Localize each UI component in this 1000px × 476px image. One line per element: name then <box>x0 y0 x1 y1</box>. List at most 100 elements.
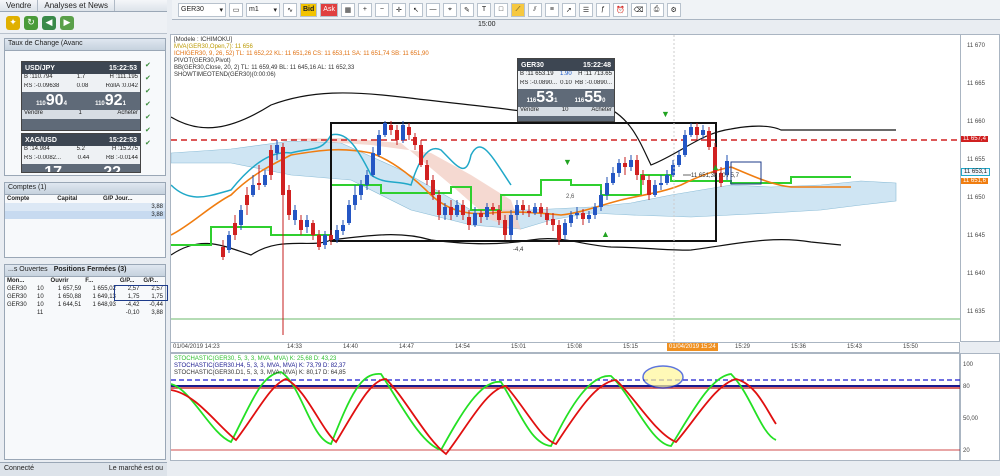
hline-icon[interactable]: ― <box>425 2 440 17</box>
stochastic-panel[interactable]: STOCHASTIC(GER30, 5, 3, 3, MVA, MVA) K: … <box>170 353 961 461</box>
refresh-icon[interactable]: ↻ <box>24 15 38 30</box>
fibonacci-icon[interactable]: ≡ <box>544 2 559 17</box>
table-cell: 11 <box>37 310 44 316</box>
eraser-icon[interactable]: ⌫ <box>630 2 647 17</box>
buy-button[interactable]: Acheter <box>117 110 138 119</box>
forward-icon[interactable]: ▶ <box>60 15 74 30</box>
print-icon[interactable]: ⎙ <box>649 2 664 17</box>
candle-body <box>497 210 501 220</box>
line-chart-icon[interactable]: ∿ <box>283 2 297 17</box>
top-time-label: 15:00 <box>478 21 496 28</box>
candle-body <box>683 135 687 155</box>
candle-body <box>539 207 543 213</box>
table-cell: 1 649,13 <box>92 294 116 300</box>
y-tick: 11 665 <box>967 81 985 87</box>
sell-button[interactable]: Vendre <box>520 107 539 116</box>
text-icon[interactable]: T <box>476 2 491 17</box>
tab-analyses[interactable]: Analyses et News <box>38 0 115 11</box>
pivot-price-tag: 11 657,4 <box>961 136 988 142</box>
tile-roll: RB :-0.0144 <box>105 155 138 161</box>
tab-vendre[interactable]: Vendre <box>0 0 39 11</box>
lightbulb-icon[interactable]: ✦ <box>6 15 20 30</box>
cursor-icon[interactable]: ⌖ <box>442 2 457 17</box>
candle-body <box>611 173 615 183</box>
candle-body <box>671 165 675 175</box>
candle-body <box>311 223 315 235</box>
tile-time: 15:22:53 <box>108 64 137 72</box>
tile-bid-low: B :11 653.19 <box>520 71 554 77</box>
price-chart[interactable]: ▼ ▲ ▲ ▼ 2,6 -4,4 11 651,38 / 0 / 5,7 [Mo… <box>170 34 961 343</box>
trendline-icon[interactable]: ⟋ <box>510 2 525 17</box>
pencil-icon[interactable]: ✎ <box>459 2 474 17</box>
buy-price[interactable]: 116550 <box>575 89 606 107</box>
chart-toolbar: GER30 ▾ ▭ m1 ▾ ∿ Bid Ask ▦ + − ✛ ↖ ― ⌖ ✎ T… <box>172 0 1000 20</box>
candle-body <box>353 195 357 205</box>
left-toolbar: ✦ ↻ ◀ ▶ <box>0 12 167 34</box>
candle-body <box>329 235 333 240</box>
tab-open-positions[interactable]: ...s Ouvertes <box>8 266 48 275</box>
x-tick: 15:36 <box>791 344 807 350</box>
table-row[interactable]: 11 -0,10 3,88 <box>5 309 165 317</box>
candle-body <box>545 213 549 220</box>
tab-closed-positions[interactable]: Positions Fermées (3) <box>54 266 127 275</box>
layers-icon[interactable]: ☰ <box>578 2 593 17</box>
alarm-icon[interactable]: ⏰ <box>612 2 628 17</box>
tile-rb: RB :-0.0890... <box>574 80 612 86</box>
table-cell: GER30 <box>7 294 27 300</box>
chart-type-icon[interactable]: ▭ <box>229 2 243 17</box>
timeframe-select[interactable]: m1 ▾ <box>246 2 280 17</box>
back-icon[interactable]: ◀ <box>42 15 56 30</box>
table-row[interactable]: 3,88 <box>5 211 165 219</box>
legend-line: [Modele : ICHIMOKU] <box>174 37 233 43</box>
x-tick: 14:47 <box>399 344 415 350</box>
sell-button[interactable]: Vendre <box>24 110 43 119</box>
candle-body <box>251 185 255 195</box>
legend-line: MVA(GER30,Open,7): 11 656 <box>174 44 253 50</box>
zoom-out-icon[interactable]: − <box>374 2 389 17</box>
candle-body <box>581 213 585 219</box>
x-tick: 15:29 <box>735 344 751 350</box>
rectangle-icon[interactable]: □ <box>493 2 508 17</box>
col-capital: Capital <box>57 196 78 202</box>
legend-line: STOCHASTIC(GER30.H4, 5, 3, 3, MVA, MVA) … <box>174 363 346 369</box>
x-tick: 15:43 <box>847 344 863 350</box>
sell-price[interactable]: 15175 <box>38 164 66 172</box>
candle-body <box>587 215 591 219</box>
indicator-icon[interactable]: ƒ <box>595 2 610 17</box>
candle-body <box>407 127 411 135</box>
buy-price[interactable]: 110921 <box>95 92 126 110</box>
table-row[interactable]: 3,88 <box>5 203 165 211</box>
candle-body <box>647 180 651 195</box>
green-arrow-icon: ▲ <box>711 162 720 172</box>
candle-body <box>221 247 225 257</box>
sell-price[interactable]: 110904 <box>36 92 67 110</box>
buy-button[interactable]: Acheter <box>591 107 612 116</box>
pointer-icon[interactable]: ↖ <box>408 2 423 17</box>
arrow-icon[interactable]: ➚ <box>561 2 576 17</box>
stoch-d-line <box>171 378 777 456</box>
buy-price[interactable]: 15227 <box>97 164 125 172</box>
tile-time: 15:22:53 <box>108 136 137 144</box>
y-tick: 11 645 <box>967 233 985 239</box>
channel-icon[interactable]: ⫽ <box>527 2 542 17</box>
crosshair-icon[interactable]: ✛ <box>391 2 406 17</box>
green-arrow-icon: ▼ <box>563 157 572 167</box>
sell-price[interactable]: 116531 <box>527 89 558 107</box>
symbol-select[interactable]: GER30 ▾ <box>178 2 226 17</box>
y-tick: 20 <box>963 448 970 454</box>
table-cell: 1 644,51 <box>57 302 82 308</box>
settings-icon[interactable]: ⚙ <box>666 2 681 17</box>
candle-body <box>563 223 567 235</box>
tile-high: H :11 713.65 <box>578 71 612 77</box>
zoom-in-icon[interactable]: + <box>357 2 372 17</box>
grid-icon[interactable]: ▦ <box>340 2 355 17</box>
table-cell: GER30 <box>7 302 27 308</box>
bid-button[interactable]: Bid <box>300 2 318 17</box>
ask-button[interactable]: Ask <box>320 2 338 17</box>
candle-body <box>335 230 339 240</box>
tile-roll: RollA :0.042 <box>105 83 138 89</box>
qty-field[interactable]: 1 <box>79 110 82 119</box>
table-row[interactable]: GER30 10 1 644,51 1 648,93 -4,42 -0,44 <box>5 301 165 309</box>
candle-body <box>365 175 369 185</box>
qty-field[interactable]: 10 <box>562 107 569 116</box>
